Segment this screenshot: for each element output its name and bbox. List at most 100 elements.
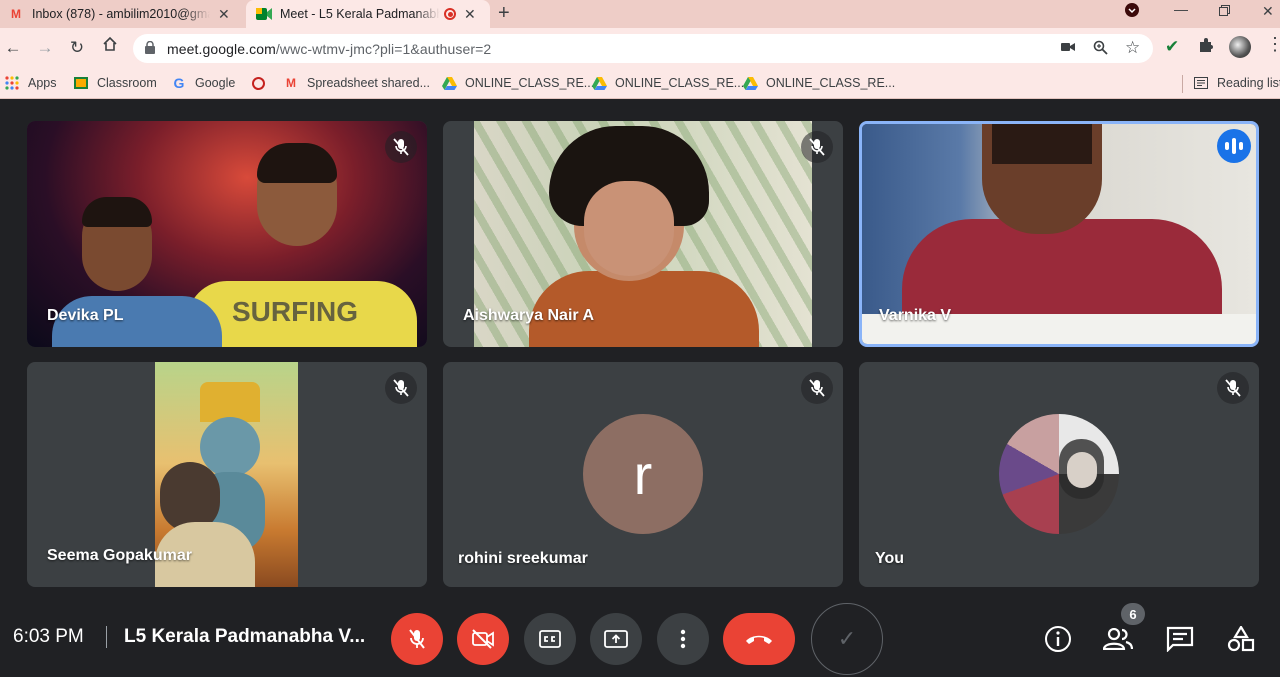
captions-button[interactable] [524,613,576,665]
bookmark-star-icon[interactable]: ☆ [1125,38,1140,58]
bookmark-drive-3[interactable]: ONLINE_CLASS_RE... [742,75,895,91]
participant-tile-rohini[interactable]: r rohini sreekumar [443,362,843,587]
more-vert-icon [680,629,686,649]
extensions-puzzle-icon[interactable] [1198,37,1214,58]
avatar: r [583,414,703,534]
participant-tile-seema[interactable]: Seema Gopakumar [27,362,427,587]
address-bar[interactable]: meet.google.com/wwc-wtmv-jmc?pli=1&authu… [133,34,1153,63]
mic-off-icon [385,372,417,404]
new-tab-button[interactable]: + [498,2,510,25]
bookmark-label: Apps [28,76,57,90]
people-count-badge: 6 [1121,603,1145,625]
chrome-menu-icon[interactable]: ⋮ [1266,34,1280,55]
drive-icon [441,75,457,91]
participant-name: Varnika V [879,307,952,324]
camera-off-icon [472,629,494,649]
bookmark-label: Classroom [97,76,157,90]
bookmark-classroom[interactable]: Classroom [73,75,157,91]
present-screen-button[interactable] [590,613,642,665]
url-path: /wwc-wtmv-jmc?pli=1&authuser=2 [275,41,492,57]
back-icon[interactable]: ← [3,38,23,58]
bookmark-label: ONLINE_CLASS_RE... [615,76,745,90]
camera-icon[interactable] [1061,40,1075,57]
tab-title: Meet - L5 Kerala Padmanabh [280,7,440,21]
close-window-icon[interactable]: ✕ [1262,3,1274,20]
bookmark-label: ONLINE_CLASS_RE... [766,76,896,90]
close-tab-icon[interactable]: ✕ [464,6,476,23]
apps-grid-icon [4,75,20,91]
bookmark-google[interactable]: G Google [171,75,236,91]
avatar-initial: r [633,442,653,506]
overlay-checkmark-icon: ✓ [811,603,883,675]
meeting-controls-bar: 6:03 PM L5 Kerala Padmanabha V... ✓ 6 [0,600,1280,677]
meet-icon [256,6,272,22]
bookmark-site[interactable] [250,75,274,91]
close-tab-icon[interactable]: ✕ [218,6,230,23]
bookmark-apps[interactable]: Apps [4,75,57,91]
url-host: meet.google.com [167,41,276,57]
mic-off-icon [801,372,833,404]
mic-off-icon [801,131,833,163]
mic-toggle-button[interactable] [391,613,443,665]
tab-strip: M Inbox (878) - ambilim2010@gma ✕ Meet -… [0,0,1280,28]
restore-icon[interactable] [1219,3,1230,19]
info-icon [1045,626,1071,652]
hang-up-icon [746,635,772,644]
activities-shapes-icon [1227,626,1255,652]
chat-icon [1166,626,1194,652]
minimize-icon[interactable]: — [1174,1,1188,17]
activities-button[interactable] [1226,624,1256,654]
participant-name: Seema Gopakumar [47,547,192,564]
more-options-button[interactable] [657,613,709,665]
people-icon [1103,628,1133,650]
participant-tile-varnika[interactable]: Varnika V [859,121,1259,347]
browser-toolbar: ← → ↻ meet.google.com/wwc-wtmv-jmc?pli=1… [0,28,1280,69]
gmail-icon: M [11,7,21,21]
tab-title: Inbox (878) - ambilim2010@gma [32,7,210,21]
avatar [999,414,1119,534]
url-text: meet.google.com/wwc-wtmv-jmc?pli=1&authu… [167,41,491,57]
mic-off-icon [1217,372,1249,404]
bookmarks-bar: Apps Classroom G Google M Spreadsheet sh… [0,69,1280,99]
google-g-icon: G [173,75,185,91]
tab-gmail[interactable]: M Inbox (878) - ambilim2010@gma ✕ [8,0,240,28]
meeting-details-button[interactable] [1043,624,1073,654]
clock: 6:03 PM [13,626,84,647]
home-icon[interactable] [100,36,120,57]
participant-name: Devika PL [47,307,124,324]
participant-tile-devika[interactable]: SURFING Devika PL [27,121,427,347]
participant-tile-aishwarya[interactable]: Aishwarya Nair A [443,121,843,347]
recording-icon [444,8,456,20]
drive-icon [742,75,758,91]
closed-captions-icon [539,630,561,648]
profile-avatar[interactable] [1229,36,1251,58]
reading-list-icon [1193,75,1209,91]
present-screen-icon [604,630,628,648]
forward-icon[interactable]: → [35,38,55,58]
participant-name: Aishwarya Nair A [463,307,595,324]
divider [106,626,107,648]
check-extension-icon[interactable]: ✔ [1165,37,1179,57]
bookmark-divider [1182,75,1183,93]
tab-search-icon[interactable] [1125,3,1139,20]
chat-button[interactable] [1165,624,1195,654]
reading-list-button[interactable]: Reading list [1193,75,1280,91]
classroom-icon [73,75,89,91]
leave-call-button[interactable] [723,613,795,665]
participant-tile-self[interactable]: You [859,362,1259,587]
bookmark-label: Google [195,76,236,90]
zoom-icon[interactable] [1093,40,1108,59]
bookmark-drive-2[interactable]: ONLINE_CLASS_RE... [591,75,744,91]
people-button[interactable] [1103,624,1133,654]
reload-icon[interactable]: ↻ [67,38,87,58]
participant-name: rohini sreekumar [458,550,588,567]
participant-name: You [875,550,905,567]
bookmark-spreadsheet[interactable]: M Spreadsheet shared... [283,75,430,91]
lock-icon [145,40,155,54]
camera-toggle-button[interactable] [457,613,509,665]
meeting-title: L5 Kerala Padmanabha V... [124,626,366,647]
bookmark-drive-1[interactable]: ONLINE_CLASS_RE... [441,75,594,91]
tab-meet[interactable]: Meet - L5 Kerala Padmanabh ✕ [246,0,490,28]
speaking-indicator-icon [1217,129,1251,163]
bookmark-label: ONLINE_CLASS_RE... [465,76,595,90]
